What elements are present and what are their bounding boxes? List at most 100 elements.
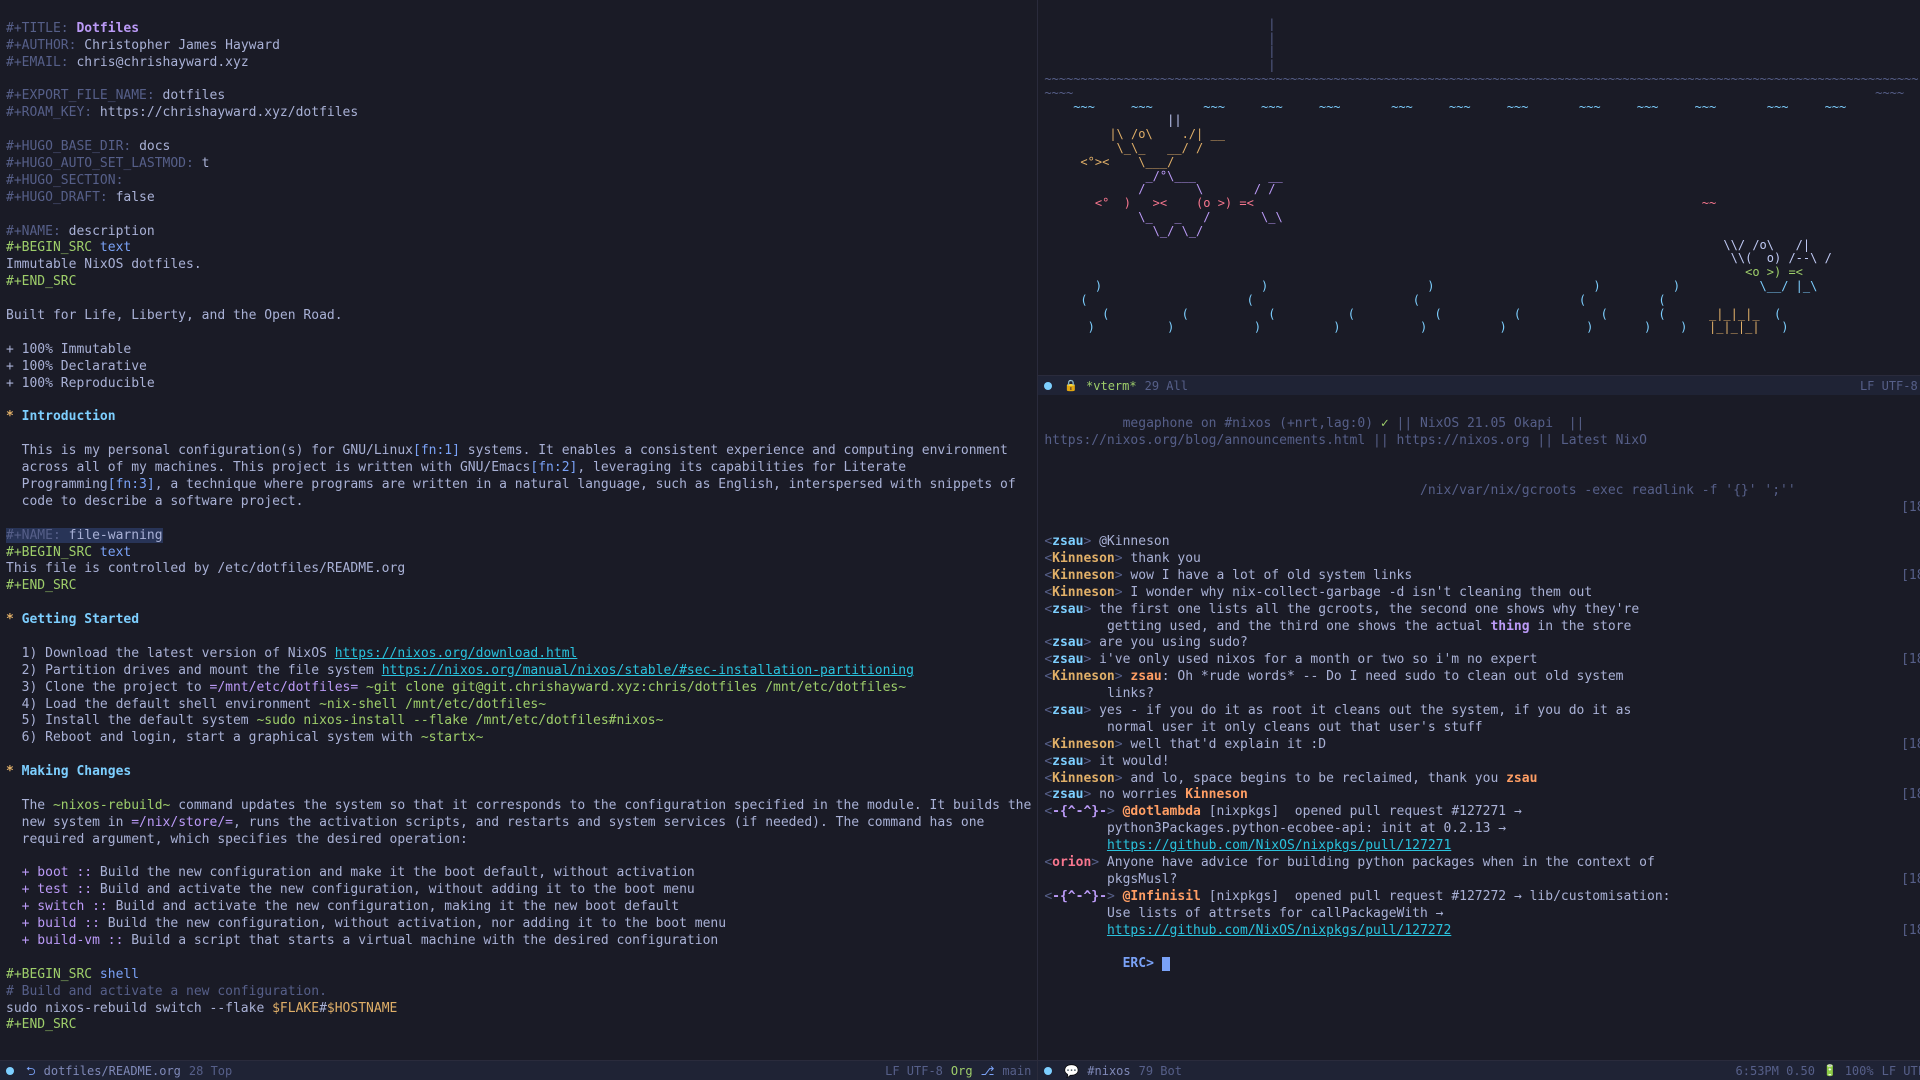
erc-nick[interactable]: zsau — [1052, 635, 1083, 650]
buffer-status-icon — [1044, 1067, 1052, 1075]
gs-line-5: 5) Install the default system — [6, 713, 249, 728]
org-fw-begin: #+BEGIN_SRC — [6, 545, 92, 560]
footnote-3[interactable]: [fn:3] — [108, 477, 155, 492]
org-meta-hugolastmod-val: t — [202, 156, 210, 171]
erc-message: <zsau> @Kinneson — [1044, 534, 1920, 551]
erc-message: <Kinneson> and lo, space begins to be re… — [1044, 771, 1920, 788]
erc-nick[interactable]: Kinneson — [1052, 771, 1115, 786]
erc-mention[interactable]: zsau — [1506, 771, 1537, 786]
buffer-status-icon — [1044, 382, 1052, 390]
erc-topic: megaphone on #nixos (+nrt,lag:0) ✓ || Ni… — [1044, 399, 1920, 467]
modeline-encoding: LF UTF-8 — [885, 1061, 943, 1080]
erc-nick[interactable]: zsau — [1052, 652, 1083, 667]
mc-item-key: + test :: — [6, 882, 92, 897]
erc-nick[interactable]: zsau — [1052, 703, 1083, 718]
lock-icon — [1064, 375, 1078, 396]
erc-message: <zsau> i've only used nixos for a month … — [1044, 652, 1920, 669]
erc-message: <-{^-^}-> @dotlambda [nixpkgs] opened pu… — [1044, 804, 1920, 821]
erc-message: <zsau> it would! — [1044, 754, 1920, 771]
intro-text: This is my personal configuration(s) for… — [6, 443, 413, 458]
erc-nick[interactable]: -{^-^}- — [1052, 889, 1107, 904]
erc-message: <-{^-^}-> @Infinisil [nixpkgs] opened pu… — [1044, 889, 1920, 906]
erc-message: getting used, and the third one shows th… — [1044, 619, 1920, 636]
erc-buffer[interactable]: megaphone on #nixos (+nrt,lag:0) ✓ || Ni… — [1038, 395, 1920, 1060]
erc-nick[interactable]: zsau — [1052, 754, 1083, 769]
modeline-clock: 6:53PM 0.50 — [1736, 1061, 1815, 1080]
erc-nick[interactable]: -{^-^}- — [1052, 804, 1107, 819]
erc-nick[interactable]: zsau — [1052, 534, 1083, 549]
erc-nick[interactable]: Kinneson — [1052, 551, 1115, 566]
erc-message: https://github.com/NixOS/nixpkgs/pull/12… — [1044, 923, 1920, 940]
gs-line-2: 2) Partition drives and mount the file s… — [6, 663, 382, 678]
mc-shell-begin: #+BEGIN_SRC — [6, 967, 92, 982]
org-meta-hugodraft-key: #+HUGO_DRAFT: — [6, 190, 108, 205]
erc-mention[interactable]: zsau — [1130, 669, 1161, 684]
erc-nick[interactable]: zsau — [1052, 602, 1083, 617]
erc-mention[interactable]: @dotlambda — [1123, 804, 1201, 819]
footnote-1[interactable]: [fn:1] — [413, 443, 460, 458]
vterm-buffer[interactable]: | | | | ~~~~~~~~~~~~~~~~~~~~~~~~~~~~~~~~… — [1038, 0, 1920, 375]
erc-nick[interactable]: zsau — [1052, 787, 1083, 802]
erc-nick[interactable]: orion — [1052, 855, 1091, 870]
org-meta-export-key: #+EXPORT_FILE_NAME: — [6, 88, 155, 103]
heading-introduction[interactable]: Introduction — [22, 409, 116, 424]
org-desc-begin: #+BEGIN_SRC — [6, 240, 92, 255]
mc-item-val: Build and activate the new configuration… — [92, 882, 695, 897]
erc-timestamp: [18:38] — [1901, 737, 1920, 754]
erc-timestamp: [18:39] — [1901, 787, 1920, 804]
erc-message: <Kinneson> wow I have a lot of old syste… — [1044, 568, 1920, 585]
org-meta-roam-val: https://chrishayward.xyz/dotfiles — [100, 105, 358, 120]
gs-line-4: 4) Load the default shell environment — [6, 697, 311, 712]
star-icon: * — [6, 409, 14, 424]
gs-line-3: 3) Clone the project to — [6, 680, 210, 695]
erc-link[interactable]: https://github.com/NixOS/nixpkgs/pull/12… — [1107, 923, 1451, 938]
download-link[interactable]: https://nixos.org/download.html — [335, 646, 578, 661]
erc-nick[interactable]: Kinneson — [1052, 669, 1115, 684]
erc-message: links? — [1044, 686, 1920, 703]
org-meta-hugobase-val: docs — [139, 139, 170, 154]
heading-making-changes[interactable]: Making Changes — [22, 764, 132, 779]
mc-shell-end: #+END_SRC — [6, 1017, 76, 1032]
gs-code: ~git clone git@git.chrishayward.xyz:chri… — [358, 680, 906, 695]
erc-message: python3Packages.python-ecobee-api: init … — [1044, 821, 1920, 838]
erc-timestamp: [18:35] — [1901, 500, 1920, 517]
partitioning-link[interactable]: https://nixos.org/manual/nixos/stable/#s… — [382, 663, 914, 678]
gs-code: ~nix-shell /mnt/etc/dotfiles~ — [311, 697, 546, 712]
erc-nick[interactable]: Kinneson — [1052, 568, 1115, 583]
org-bullet-2: + 100% Reproducible — [6, 376, 155, 391]
erc-message: <zsau> are you using sudo? — [1044, 635, 1920, 652]
org-meta-email-key: #+EMAIL: — [6, 55, 69, 70]
erc-message: <zsau> yes - if you do it as root it cle… — [1044, 703, 1920, 720]
mc-item-val: Build and activate the new configuration… — [108, 899, 679, 914]
erc-message: <Kinneson> well that'd explain it :D[18:… — [1044, 737, 1920, 754]
erc-mention[interactable]: @Infinisil — [1123, 889, 1201, 904]
mc-shell-line: sudo nixos-rebuild switch --flake — [6, 1001, 272, 1016]
org-desc-body: Immutable NixOS dotfiles. — [6, 257, 202, 272]
erc-nick[interactable]: Kinneson — [1052, 737, 1115, 752]
org-desc-name-key: #+NAME: — [6, 224, 61, 239]
erc-message: <orion> Anyone have advice for building … — [1044, 855, 1920, 872]
footnote-2[interactable]: [fn:2] — [530, 460, 577, 475]
modeline-encoding: LF UTF-8 — [1882, 1061, 1920, 1080]
mc-para: The — [6, 798, 53, 813]
heading-getting-started[interactable]: Getting Started — [22, 612, 139, 627]
erc-mention[interactable]: Kinneson — [1185, 787, 1248, 802]
gs-code: ~sudo nixos-install --flake /mnt/etc/dot… — [249, 713, 664, 728]
erc-prompt-line[interactable]: ERC> — [1044, 940, 1920, 991]
org-meta-title-key: #+TITLE: — [6, 21, 69, 36]
org-buffer[interactable]: #+TITLE: Dotfiles #+AUTHOR: Christopher … — [0, 0, 1037, 1060]
erc-link[interactable]: https://github.com/NixOS/nixpkgs/pull/12… — [1107, 838, 1451, 853]
modeline-position: 28 Top — [189, 1061, 232, 1080]
git-branch-icon — [981, 1061, 995, 1080]
org-tagline: Built for Life, Liberty, and the Open Ro… — [6, 308, 343, 323]
org-meta-email-val: chris@chrishayward.xyz — [76, 55, 248, 70]
erc-timestamp: [18:36] — [1901, 568, 1920, 585]
gs-code: =/mnt/etc/dotfiles= — [210, 680, 359, 695]
mc-code: ~nixos-rebuild~ — [53, 798, 170, 813]
erc-nick[interactable]: Kinneson — [1052, 585, 1115, 600]
erc-modeline: 💬 #nixos 79 Bot 6:53PM 0.50 100% LF UTF-… — [1038, 1060, 1920, 1080]
org-modeline: dotfiles/README.org 28 Top LF UTF-8 Org … — [0, 1060, 1037, 1080]
org-fw-body: This file is controlled by /etc/dotfiles… — [6, 561, 405, 576]
modeline-position: 29 All — [1145, 376, 1188, 396]
erc-pane: megaphone on #nixos (+nrt,lag:0) ✓ || Ni… — [1038, 395, 1920, 1080]
